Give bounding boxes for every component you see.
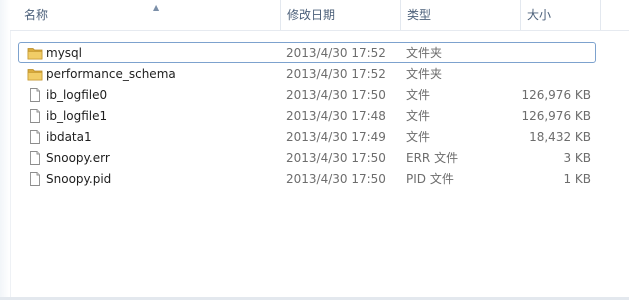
file-icon bbox=[27, 109, 43, 123]
file-row[interactable]: ibdata1 2013/4/30 17:49 文件 18,432 KB bbox=[18, 126, 596, 147]
file-modified-date: 2013/4/30 17:48 bbox=[286, 109, 386, 123]
file-type: 文件夹 bbox=[406, 67, 443, 81]
file-modified-date: 2013/4/30 17:50 bbox=[286, 151, 386, 165]
file-name: ibdata1 bbox=[46, 130, 92, 144]
file-name: Snoopy.err bbox=[46, 151, 110, 165]
column-header-size[interactable]: 大小 bbox=[520, 0, 600, 30]
file-modified-date: 2013/4/30 17:52 bbox=[286, 46, 386, 60]
file-explorer: 名称 ▲ 修改日期 类型 大小 mysql 2013/4/30 17:52 文件夹 p… bbox=[0, 0, 629, 300]
column-header-modified[interactable]: 修改日期 bbox=[280, 0, 400, 30]
file-modified-date: 2013/4/30 17:52 bbox=[286, 67, 386, 81]
file-row[interactable]: mysql 2013/4/30 17:52 文件夹 bbox=[18, 42, 596, 63]
folder-icon bbox=[27, 67, 43, 81]
file-icon bbox=[27, 151, 43, 165]
file-type: 文件夹 bbox=[406, 46, 443, 60]
column-header-bar: 名称 ▲ 修改日期 类型 大小 bbox=[10, 0, 629, 31]
column-header-name-label: 名称 bbox=[24, 8, 49, 22]
file-type: PID 文件 bbox=[406, 172, 454, 186]
file-type: ERR 文件 bbox=[406, 151, 459, 165]
file-name: ib_logfile1 bbox=[46, 109, 108, 123]
column-header-modified-label: 修改日期 bbox=[287, 8, 336, 22]
file-modified-date: 2013/4/30 17:50 bbox=[286, 88, 386, 102]
file-row[interactable]: Snoopy.pid 2013/4/30 17:50 PID 文件 1 KB bbox=[18, 168, 596, 189]
file-name: performance_schema bbox=[46, 67, 176, 81]
file-size: 3 KB bbox=[563, 151, 591, 165]
file-icon bbox=[27, 172, 43, 186]
column-header-name[interactable]: 名称 ▲ bbox=[18, 0, 280, 30]
file-row[interactable]: ib_logfile0 2013/4/30 17:50 文件 126,976 KB bbox=[18, 84, 596, 105]
column-header-type-label: 类型 bbox=[407, 8, 432, 22]
file-type: 文件 bbox=[406, 109, 431, 123]
file-size: 126,976 KB bbox=[521, 88, 591, 102]
file-row[interactable]: ib_logfile1 2013/4/30 17:48 文件 126,976 KB bbox=[18, 105, 596, 126]
file-row[interactable]: Snoopy.err 2013/4/30 17:50 ERR 文件 3 KB bbox=[18, 147, 596, 168]
file-row[interactable]: performance_schema 2013/4/30 17:52 文件夹 bbox=[18, 63, 596, 84]
file-modified-date: 2013/4/30 17:49 bbox=[286, 130, 386, 144]
file-type: 文件 bbox=[406, 88, 431, 102]
file-modified-date: 2013/4/30 17:50 bbox=[286, 172, 386, 186]
file-icon bbox=[27, 88, 43, 102]
file-size: 126,976 KB bbox=[521, 109, 591, 123]
column-header-filler bbox=[600, 0, 629, 30]
file-name: mysql bbox=[46, 46, 82, 60]
file-icon bbox=[27, 130, 43, 144]
file-size: 18,432 KB bbox=[529, 130, 591, 144]
file-name: Snoopy.pid bbox=[46, 172, 112, 186]
file-name: ib_logfile0 bbox=[46, 88, 108, 102]
folder-icon bbox=[27, 46, 43, 60]
sort-ascending-icon: ▲ bbox=[153, 3, 160, 12]
file-size: 1 KB bbox=[563, 172, 591, 186]
navigation-pane-edge bbox=[0, 0, 11, 300]
file-list: mysql 2013/4/30 17:52 文件夹 performance_schem… bbox=[18, 42, 596, 189]
file-type: 文件 bbox=[406, 130, 431, 144]
column-header-type[interactable]: 类型 bbox=[400, 0, 520, 30]
column-header-size-label: 大小 bbox=[527, 8, 552, 22]
